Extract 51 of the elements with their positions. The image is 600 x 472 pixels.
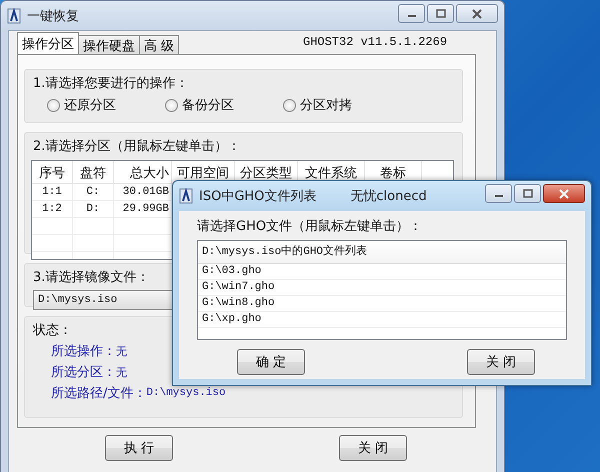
- table-cell: 1:2: [32, 201, 73, 217]
- radio-option[interactable]: 还原分区: [47, 96, 165, 114]
- action-button[interactable]: 关 闭: [467, 349, 535, 375]
- app-icon: [7, 8, 21, 24]
- table-cell: D:: [73, 201, 114, 217]
- action-button[interactable]: 执 行: [105, 435, 173, 461]
- radio-button[interactable]: [47, 98, 60, 112]
- radio-option[interactable]: 分区对拷: [283, 96, 401, 114]
- status-label: 所选分区：: [51, 364, 116, 381]
- maximize-icon: [522, 188, 534, 198]
- action-button[interactable]: 关 闭: [339, 435, 407, 461]
- group-label: 1.请选择您要进行的操作：: [33, 75, 188, 92]
- column-header[interactable]: 盘符: [73, 161, 114, 183]
- maximize-button[interactable]: [514, 184, 541, 203]
- table-cell: C:: [73, 184, 114, 200]
- action-button[interactable]: 确 定: [237, 349, 305, 375]
- tab[interactable]: 高 级: [139, 35, 180, 54]
- column-header[interactable]: 序号: [32, 161, 73, 183]
- radio-button[interactable]: [283, 98, 296, 112]
- status-label: 状态：: [33, 322, 72, 339]
- status-value: 无: [116, 366, 127, 380]
- radio-button[interactable]: [165, 98, 178, 112]
- prompt-label: 请选择GHO文件（用鼠标左键单击）：: [197, 218, 424, 235]
- maximize-icon: [434, 8, 446, 18]
- file-list-item[interactable]: G:\win7.gho: [198, 280, 566, 296]
- window-subtitle: 无忧clonecd: [350, 188, 427, 204]
- status-value: D:\mysys.iso: [146, 387, 226, 399]
- app-icon: [179, 188, 193, 204]
- group-label: 3.请选择镜像文件：: [33, 269, 150, 286]
- window-title: 一键恢复: [27, 8, 79, 24]
- close-button[interactable]: [456, 4, 498, 23]
- table-cell: 1:1: [32, 184, 73, 200]
- tab[interactable]: 操作硬盘: [78, 35, 140, 54]
- maximize-button[interactable]: [427, 4, 454, 23]
- tab[interactable]: 操作分区: [17, 32, 79, 54]
- minimize-button[interactable]: [398, 4, 425, 23]
- status-label: 所选路径/文件：: [51, 385, 146, 402]
- close-button[interactable]: [543, 184, 585, 203]
- minimize-button[interactable]: [485, 184, 512, 203]
- group-label: 2.请选择分区（用鼠标左键单击）：: [33, 138, 240, 155]
- file-list-item[interactable]: G:\xp.gho: [198, 312, 566, 328]
- file-list-item[interactable]: G:\win8.gho: [198, 296, 566, 312]
- status-value: 无: [116, 346, 127, 358]
- close-icon: [558, 188, 570, 198]
- file-list-item[interactable]: G:\03.gho: [198, 264, 566, 280]
- version-label: GHOST32 v11.5.1.2269: [303, 35, 448, 49]
- window-title: ISO中GHO文件列表: [199, 188, 316, 204]
- close-icon: [471, 8, 483, 18]
- status-label: 所选操作：: [51, 343, 116, 360]
- column-header[interactable]: 总大小: [114, 161, 172, 183]
- radio-option[interactable]: 备份分区: [165, 96, 283, 114]
